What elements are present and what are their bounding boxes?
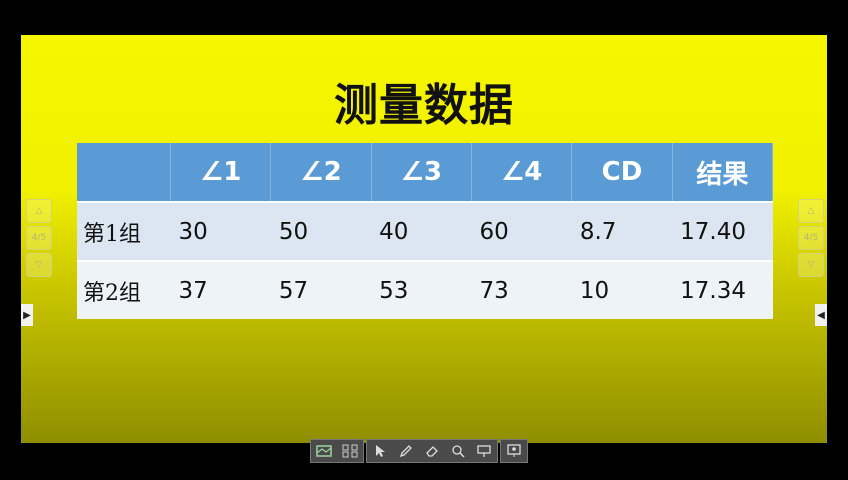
header-cell: CD: [571, 143, 673, 202]
slideshow-icon: [316, 445, 332, 457]
left-slide-navigator: △ 4/5 ▽: [26, 199, 52, 277]
screen-button[interactable]: [471, 440, 497, 462]
chevron-left-icon: ◀: [817, 309, 825, 321]
chevron-right-icon: ▶: [23, 309, 31, 321]
measurement-table: ∠1 ∠2 ∠3 ∠4 CD 结果 第1组 30 50 40 60 8.7 17…: [77, 143, 774, 319]
header-cell: ∠1: [170, 143, 272, 202]
magnifier-icon: [452, 445, 465, 458]
prev-slide-button[interactable]: △: [26, 199, 52, 223]
header-cell: [77, 143, 171, 202]
magnifier-button[interactable]: [445, 440, 471, 462]
table-cell: 50: [270, 201, 372, 261]
presenter-view-button[interactable]: [501, 440, 527, 462]
grid-view-button[interactable]: [337, 440, 363, 462]
toolbar-group-view: [310, 439, 364, 463]
next-slide-button[interactable]: ▽: [26, 253, 52, 277]
pointer-icon: [376, 445, 385, 457]
pointer-button[interactable]: [367, 440, 393, 462]
table-cell: 17.40: [672, 201, 773, 261]
screen-icon: [477, 445, 491, 457]
table-cell: 73: [471, 260, 572, 319]
header-cell: ∠2: [270, 143, 372, 202]
prev-slide-button[interactable]: △: [798, 199, 824, 223]
table-row: 第2组 37 57 53 73 10 17.34: [77, 260, 773, 319]
right-slide-navigator: △ 4/5 ▽: [798, 199, 824, 277]
triangle-down-icon: ▽: [35, 260, 43, 270]
slide: 测量数据 ∠1 ∠2 ∠3 ∠4 CD 结果 第1组 30 50 40 60 8…: [21, 35, 827, 443]
table-row: 第1组 30 50 40 60 8.7 17.40: [77, 201, 773, 261]
table-cell: 10: [571, 260, 673, 319]
triangle-up-icon: △: [807, 206, 815, 216]
table-cell: 57: [270, 260, 372, 319]
table-cell: 30: [170, 201, 271, 261]
row-label: 第2组: [77, 260, 171, 319]
table-cell: 53: [371, 260, 472, 319]
row-label: 第1组: [77, 201, 171, 261]
presentation-toolbar: [310, 439, 528, 463]
toolbar-group-tools: [366, 439, 498, 463]
table-cell: 37: [170, 260, 271, 319]
header-cell: ∠3: [371, 143, 472, 202]
header-cell: ∠4: [471, 143, 573, 202]
slideshow-button[interactable]: [311, 440, 337, 462]
triangle-up-icon: △: [35, 206, 43, 216]
table-cell: 60: [471, 201, 572, 261]
table-cell: 8.7: [571, 201, 673, 261]
pen-icon: [399, 445, 412, 458]
expand-right-panel-button[interactable]: ◀: [815, 304, 827, 326]
table-cell: 17.34: [672, 260, 773, 319]
eraser-icon: [426, 446, 438, 457]
table-header-row: ∠1 ∠2 ∠3 ∠4 CD 结果: [77, 143, 774, 202]
page-indicator: 4/5: [26, 226, 52, 250]
triangle-down-icon: ▽: [807, 260, 815, 270]
header-cell: 结果: [672, 143, 774, 202]
eraser-button[interactable]: [419, 440, 445, 462]
next-slide-button[interactable]: ▽: [798, 253, 824, 277]
expand-left-panel-button[interactable]: ▶: [21, 304, 33, 326]
page-indicator: 4/5: [798, 226, 824, 250]
slide-title: 测量数据: [334, 80, 514, 131]
toolbar-group-presenter: [500, 439, 528, 463]
grid-icon: [342, 444, 358, 458]
table-cell: 40: [371, 201, 472, 261]
presenter-icon: [507, 444, 521, 457]
pen-button[interactable]: [393, 440, 419, 462]
